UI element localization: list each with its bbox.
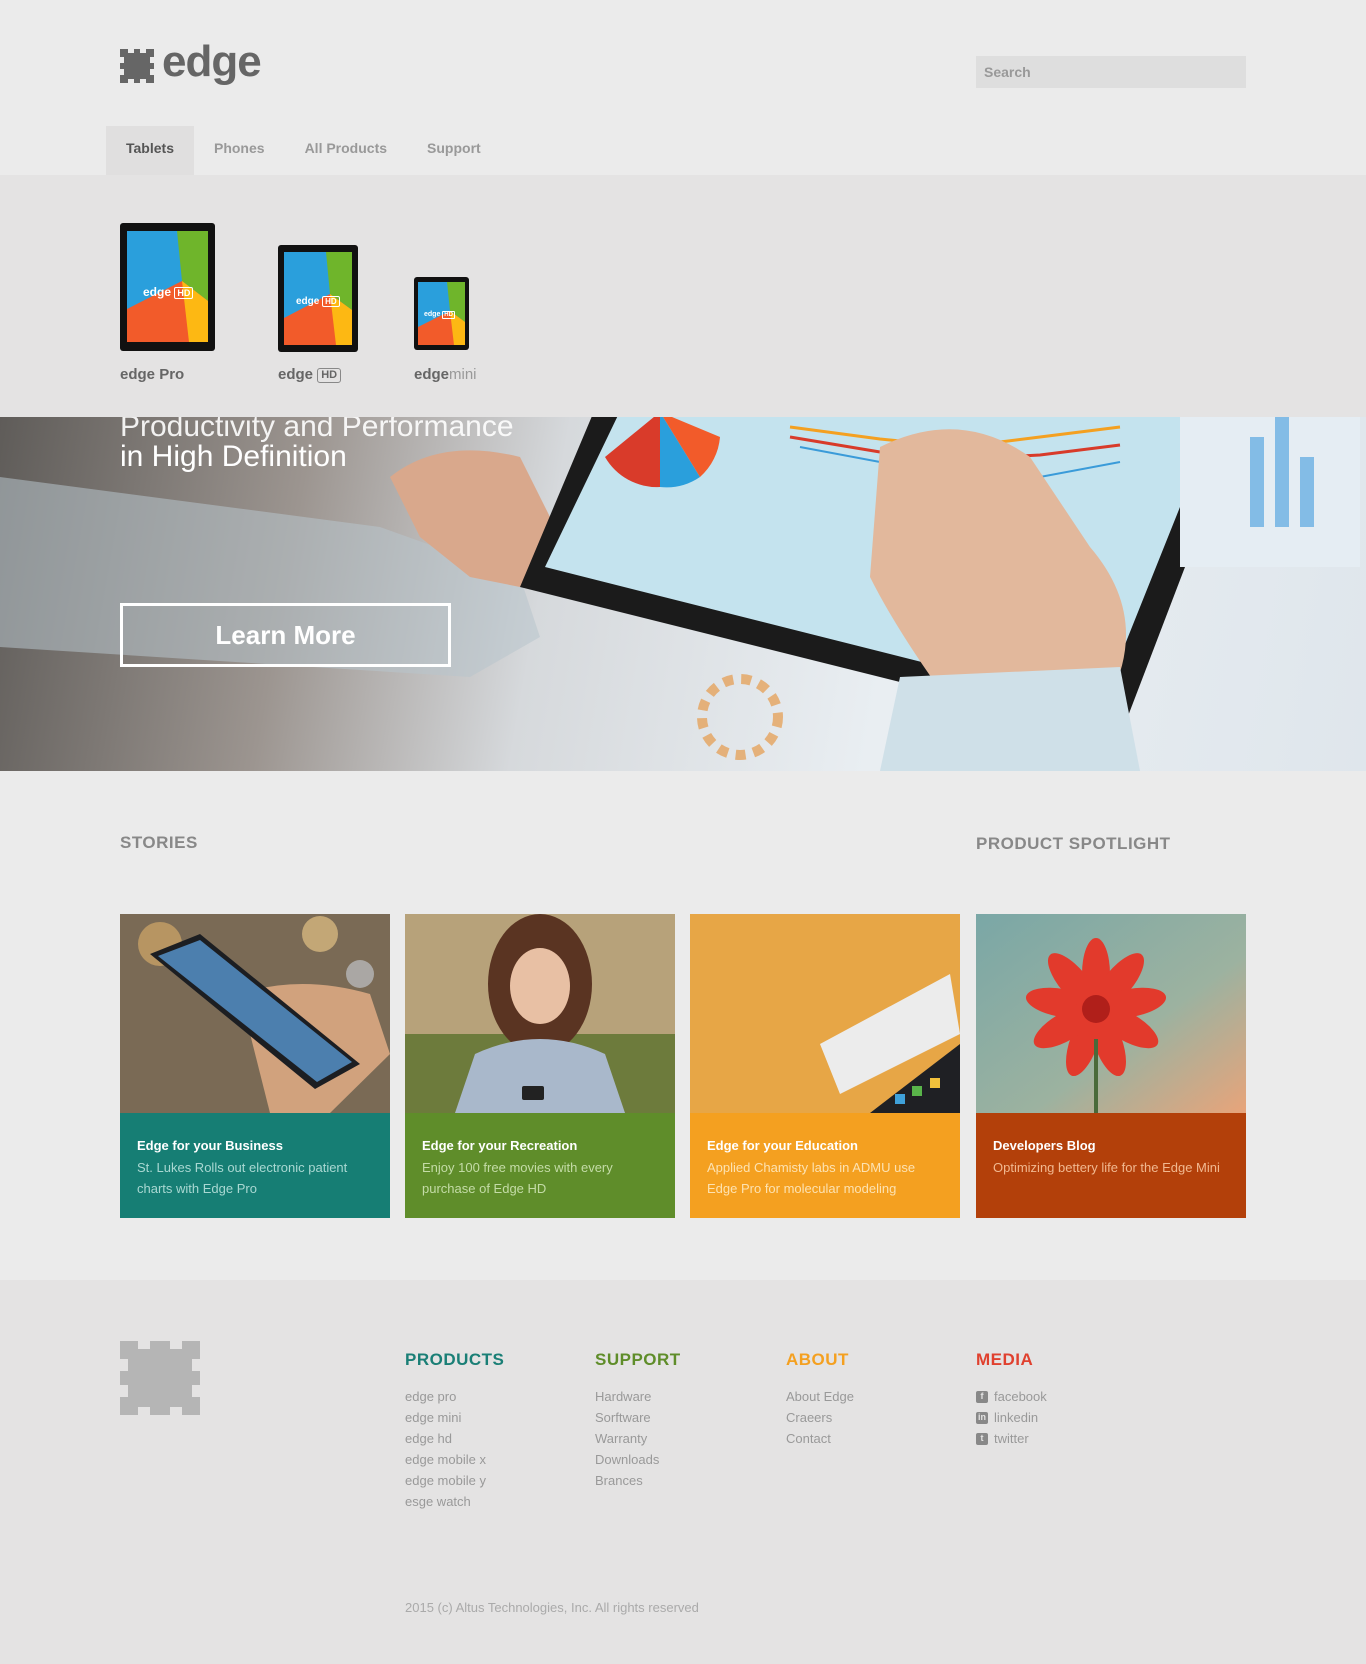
footer-social-link[interactable]: t twitter <box>976 1428 1047 1449</box>
tab-all-products[interactable]: All Products <box>285 126 407 175</box>
story-card-body: Developers Blog Optimizing bettery life … <box>976 1113 1246 1218</box>
story-card-description: St. Lukes Rolls out electronic patient c… <box>137 1160 348 1196</box>
footer-link[interactable]: esge watch <box>405 1491 504 1512</box>
footer-link[interactable]: edge pro <box>405 1386 504 1407</box>
story-card-title: Edge for your Education <box>707 1138 858 1153</box>
hero-banner: Productivity and Performance in High Def… <box>0 417 1366 771</box>
story-card-business[interactable]: Edge for your Business St. Lukes Rolls o… <box>120 914 390 1218</box>
screen-badge: HD <box>322 296 340 307</box>
story-card-recreation[interactable]: Edge for your Recreation Enjoy 100 free … <box>405 914 675 1218</box>
footer-support-column: SUPPORT Hardware Sorftware Warranty Down… <box>595 1350 681 1491</box>
site-footer: PRODUCTS edge pro edge mini edge hd edge… <box>0 1280 1366 1664</box>
footer-media-column: MEDIA f facebook in linkedin t twitter <box>976 1350 1047 1449</box>
screen-badge: HD <box>442 311 455 319</box>
story-card-body: Edge for your Recreation Enjoy 100 free … <box>405 1113 675 1218</box>
product-label: edge Pro <box>120 366 184 383</box>
story-card-title: Edge for your Recreation <box>422 1138 578 1153</box>
screen-badge: HD <box>174 287 194 299</box>
site-header: edge Tablets Phones All Products Support <box>0 0 1366 175</box>
story-card-description: Enjoy 100 free movies with every purchas… <box>422 1160 613 1196</box>
footer-support-heading: SUPPORT <box>595 1350 681 1369</box>
tab-phones[interactable]: Phones <box>194 126 285 175</box>
twitter-icon: t <box>976 1432 988 1445</box>
footer-social-label: facebook <box>994 1389 1047 1404</box>
footer-puzzle-logo-icon <box>120 1341 200 1415</box>
linkedin-icon: in <box>976 1411 988 1424</box>
product-label: edgemini <box>414 366 477 383</box>
footer-social-link[interactable]: in linkedin <box>976 1407 1047 1428</box>
story-card-description: Optimizing bettery life for the Edge Min… <box>993 1160 1220 1175</box>
tab-tablets[interactable]: Tablets <box>106 126 194 175</box>
tablet-image: edge HD <box>414 277 469 350</box>
product-brand: edge <box>120 366 156 383</box>
footer-social-label: linkedin <box>994 1410 1039 1425</box>
main-nav: Tablets Phones All Products Support <box>106 126 501 175</box>
screen-brand-text: edge <box>143 285 172 299</box>
footer-link[interactable]: Hardware <box>595 1386 681 1407</box>
product-brand: edge <box>278 366 314 383</box>
copyright-text: 2015 (c) Altus Technologies, Inc. All ri… <box>405 1600 699 1615</box>
logo[interactable]: edge <box>120 40 262 84</box>
footer-link[interactable]: Downloads <box>595 1449 681 1470</box>
screen-brand-text: edge <box>296 296 320 307</box>
product-suffix: Pro <box>159 366 185 383</box>
footer-link[interactable]: Contact <box>786 1428 854 1449</box>
tablets-dropdown: edge HD edge Pro edge HD edge HD edge HD… <box>0 175 1366 417</box>
product-suffix: HD <box>317 367 342 383</box>
learn-more-button[interactable]: Learn More <box>120 603 451 667</box>
story-card-image <box>976 914 1246 1113</box>
product-label: edge HD <box>278 366 342 383</box>
footer-about-heading: ABOUT <box>786 1350 849 1369</box>
facebook-icon: f <box>976 1390 988 1403</box>
story-card-image <box>690 914 960 1113</box>
tablet-image: edge HD <box>278 245 358 352</box>
footer-link[interactable]: edge hd <box>405 1428 504 1449</box>
hero-headline-line-1: Productivity and Performance <box>120 417 514 443</box>
story-card-image <box>120 914 390 1113</box>
spotlight-card-developers-blog[interactable]: Developers Blog Optimizing bettery life … <box>976 914 1246 1218</box>
footer-products-heading: PRODUCTS <box>405 1350 505 1369</box>
product-suffix: mini <box>449 366 477 383</box>
hero-headline: Productivity and Performance in High Def… <box>120 417 514 477</box>
story-card-description: Applied Chamisty labs in ADMU use Edge P… <box>707 1160 916 1196</box>
footer-social-label: twitter <box>994 1431 1029 1446</box>
tablet-image: edge HD <box>120 223 215 351</box>
footer-link[interactable]: Sorftware <box>595 1407 681 1428</box>
footer-about-column: ABOUT About Edge Craeers Contact <box>786 1350 854 1449</box>
story-card-image <box>405 914 675 1113</box>
footer-media-heading: MEDIA <box>976 1350 1034 1369</box>
footer-link[interactable]: Craeers <box>786 1407 854 1428</box>
product-spotlight-heading: PRODUCT SPOTLIGHT <box>976 834 1171 853</box>
story-card-title: Developers Blog <box>993 1138 1096 1153</box>
footer-link[interactable]: Warranty <box>595 1428 681 1449</box>
story-card-education[interactable]: Edge for your Education Applied Chamisty… <box>690 914 960 1218</box>
story-card-title: Edge for your Business <box>137 1138 283 1153</box>
stories-heading: STORIES <box>120 833 198 852</box>
footer-social-link[interactable]: f facebook <box>976 1386 1047 1407</box>
footer-link[interactable]: edge mini <box>405 1407 504 1428</box>
footer-link[interactable]: Brances <box>595 1470 681 1491</box>
footer-link[interactable]: edge mobile x <box>405 1449 504 1470</box>
footer-link[interactable]: edge mobile y <box>405 1470 504 1491</box>
search-input[interactable] <box>976 56 1246 88</box>
footer-link[interactable]: About Edge <box>786 1386 854 1407</box>
tab-support[interactable]: Support <box>407 126 501 175</box>
story-card-body: Edge for your Business St. Lukes Rolls o… <box>120 1113 390 1218</box>
logo-text: edge <box>162 37 262 86</box>
footer-products-column: PRODUCTS edge pro edge mini edge hd edge… <box>405 1350 504 1512</box>
product-brand: edge <box>414 366 450 383</box>
screen-brand-text: edge <box>424 311 441 318</box>
puzzle-logo-icon <box>120 49 154 83</box>
story-card-body: Edge for your Education Applied Chamisty… <box>690 1113 960 1218</box>
